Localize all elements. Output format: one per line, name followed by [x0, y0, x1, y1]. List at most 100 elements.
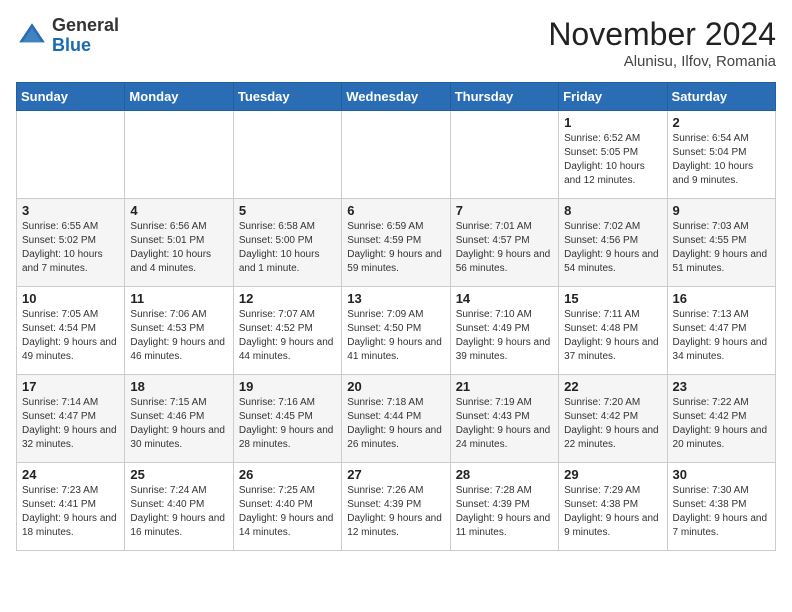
logo-text: General Blue [52, 16, 119, 56]
calendar-cell: 11 Sunrise: 7:06 AM Sunset: 4:53 PM Dayli… [125, 287, 233, 375]
day-info: Sunrise: 7:15 AM Sunset: 4:46 PM Dayligh… [130, 396, 227, 452]
location: Alunisu, Ilfov, Romania [548, 53, 776, 70]
day-number: 26 [239, 467, 336, 482]
day-number: 5 [239, 203, 336, 218]
day-number: 30 [673, 467, 770, 482]
weekday-header-monday: Monday [125, 83, 233, 111]
day-number: 22 [564, 379, 661, 394]
day-info: Sunrise: 7:20 AM Sunset: 4:42 PM Dayligh… [564, 396, 661, 452]
day-number: 27 [347, 467, 444, 482]
calendar-week-row: 3Sunrise: 6:55 AM Sunset: 5:02 PM Daylig… [17, 199, 776, 287]
calendar-cell: 17 Sunrise: 7:14 AM Sunset: 4:47 PM Dayli… [17, 375, 125, 463]
title-block: November 2024 Alunisu, Ilfov, Romania [548, 16, 776, 70]
calendar-week-row: 17 Sunrise: 7:14 AM Sunset: 4:47 PM Dayli… [17, 375, 776, 463]
calendar-cell: 24 Sunrise: 7:23 AM Sunset: 4:41 PM Dayli… [17, 463, 125, 551]
day-info: Sunrise: 6:52 AM Sunset: 5:05 PM Dayligh… [564, 132, 661, 188]
weekday-header-row: SundayMondayTuesdayWednesdayThursdayFrid… [17, 83, 776, 111]
day-info: Sunrise: 7:05 AM Sunset: 4:54 PM Dayligh… [22, 308, 119, 364]
day-info: Sunrise: 6:54 AM Sunset: 5:04 PM Dayligh… [673, 132, 770, 188]
weekday-header-thursday: Thursday [450, 83, 558, 111]
calendar-cell: 7Sunrise: 7:01 AM Sunset: 4:57 PM Daylig… [450, 199, 558, 287]
day-number: 17 [22, 379, 119, 394]
calendar-cell: 10Sunrise: 7:05 AM Sunset: 4:54 PM Dayli… [17, 287, 125, 375]
calendar-week-row: 24 Sunrise: 7:23 AM Sunset: 4:41 PM Dayli… [17, 463, 776, 551]
calendar-cell [17, 111, 125, 199]
calendar-cell [450, 111, 558, 199]
day-number: 12 [239, 291, 336, 306]
day-info: Sunrise: 7:29 AM Sunset: 4:38 PM Dayligh… [564, 484, 661, 540]
day-number: 18 [130, 379, 227, 394]
calendar-cell: 25Sunrise: 7:24 AM Sunset: 4:40 PM Dayli… [125, 463, 233, 551]
day-info: Sunrise: 7:10 AM Sunset: 4:49 PM Dayligh… [456, 308, 553, 364]
weekday-header-saturday: Saturday [667, 83, 775, 111]
calendar-cell [125, 111, 233, 199]
calendar-table: SundayMondayTuesdayWednesdayThursdayFrid… [16, 82, 776, 551]
day-number: 6 [347, 203, 444, 218]
calendar-cell: 3Sunrise: 6:55 AM Sunset: 5:02 PM Daylig… [17, 199, 125, 287]
day-info: Sunrise: 7:26 AM Sunset: 4:39 PM Dayligh… [347, 484, 444, 540]
day-info: Sunrise: 7:11 AM Sunset: 4:48 PM Dayligh… [564, 308, 661, 364]
day-number: 23 [673, 379, 770, 394]
day-info: Sunrise: 7:19 AM Sunset: 4:43 PM Dayligh… [456, 396, 553, 452]
calendar-header: SundayMondayTuesdayWednesdayThursdayFrid… [17, 83, 776, 111]
day-number: 3 [22, 203, 119, 218]
calendar-cell: 27 Sunrise: 7:26 AM Sunset: 4:39 PM Dayli… [342, 463, 450, 551]
day-info: Sunrise: 7:13 AM Sunset: 4:47 PM Dayligh… [673, 308, 770, 364]
logo: General Blue [16, 16, 119, 56]
day-number: 14 [456, 291, 553, 306]
calendar-cell: 8 Sunrise: 7:02 AM Sunset: 4:56 PM Daylig… [559, 199, 667, 287]
day-number: 8 [564, 203, 661, 218]
calendar-cell: 5 Sunrise: 6:58 AM Sunset: 5:00 PM Daylig… [233, 199, 341, 287]
calendar-cell: 23 Sunrise: 7:22 AM Sunset: 4:42 PM Dayli… [667, 375, 775, 463]
day-number: 19 [239, 379, 336, 394]
day-number: 20 [347, 379, 444, 394]
day-info: Sunrise: 7:02 AM Sunset: 4:56 PM Dayligh… [564, 220, 661, 276]
calendar-week-row: 1 Sunrise: 6:52 AM Sunset: 5:05 PM Daylig… [17, 111, 776, 199]
day-number: 24 [22, 467, 119, 482]
day-info: Sunrise: 7:30 AM Sunset: 4:38 PM Dayligh… [673, 484, 770, 540]
calendar-cell: 15Sunrise: 7:11 AM Sunset: 4:48 PM Dayli… [559, 287, 667, 375]
day-number: 1 [564, 115, 661, 130]
day-info: Sunrise: 7:14 AM Sunset: 4:47 PM Dayligh… [22, 396, 119, 452]
day-number: 21 [456, 379, 553, 394]
day-info: Sunrise: 6:58 AM Sunset: 5:00 PM Dayligh… [239, 220, 336, 276]
calendar-cell: 22 Sunrise: 7:20 AM Sunset: 4:42 PM Dayli… [559, 375, 667, 463]
calendar-cell [233, 111, 341, 199]
page-header: General Blue November 2024 Alunisu, Ilfo… [16, 16, 776, 70]
calendar-cell: 21 Sunrise: 7:19 AM Sunset: 4:43 PM Dayli… [450, 375, 558, 463]
calendar-cell: 13Sunrise: 7:09 AM Sunset: 4:50 PM Dayli… [342, 287, 450, 375]
day-info: Sunrise: 7:18 AM Sunset: 4:44 PM Dayligh… [347, 396, 444, 452]
logo-icon [16, 20, 48, 52]
weekday-header-friday: Friday [559, 83, 667, 111]
day-number: 16 [673, 291, 770, 306]
day-info: Sunrise: 7:09 AM Sunset: 4:50 PM Dayligh… [347, 308, 444, 364]
weekday-header-sunday: Sunday [17, 83, 125, 111]
calendar-cell: 12Sunrise: 7:07 AM Sunset: 4:52 PM Dayli… [233, 287, 341, 375]
calendar-body: 1 Sunrise: 6:52 AM Sunset: 5:05 PM Daylig… [17, 111, 776, 551]
weekday-header-tuesday: Tuesday [233, 83, 341, 111]
day-number: 2 [673, 115, 770, 130]
logo-blue: Blue [52, 35, 91, 55]
calendar-cell: 19 Sunrise: 7:16 AM Sunset: 4:45 PM Dayli… [233, 375, 341, 463]
day-info: Sunrise: 7:22 AM Sunset: 4:42 PM Dayligh… [673, 396, 770, 452]
calendar-week-row: 10Sunrise: 7:05 AM Sunset: 4:54 PM Dayli… [17, 287, 776, 375]
day-info: Sunrise: 7:16 AM Sunset: 4:45 PM Dayligh… [239, 396, 336, 452]
month-title: November 2024 [548, 16, 776, 53]
day-info: Sunrise: 7:03 AM Sunset: 4:55 PM Dayligh… [673, 220, 770, 276]
weekday-header-wednesday: Wednesday [342, 83, 450, 111]
day-info: Sunrise: 6:59 AM Sunset: 4:59 PM Dayligh… [347, 220, 444, 276]
calendar-cell: 30 Sunrise: 7:30 AM Sunset: 4:38 PM Dayli… [667, 463, 775, 551]
calendar-cell [342, 111, 450, 199]
day-info: Sunrise: 7:06 AM Sunset: 4:53 PM Dayligh… [130, 308, 227, 364]
calendar-cell: 14 Sunrise: 7:10 AM Sunset: 4:49 PM Dayli… [450, 287, 558, 375]
day-number: 25 [130, 467, 227, 482]
calendar-cell: 16 Sunrise: 7:13 AM Sunset: 4:47 PM Dayli… [667, 287, 775, 375]
day-info: Sunrise: 7:23 AM Sunset: 4:41 PM Dayligh… [22, 484, 119, 540]
calendar-cell: 2 Sunrise: 6:54 AM Sunset: 5:04 PM Daylig… [667, 111, 775, 199]
logo-general: General [52, 15, 119, 35]
day-number: 28 [456, 467, 553, 482]
day-number: 11 [130, 291, 227, 306]
calendar-cell: 4Sunrise: 6:56 AM Sunset: 5:01 PM Daylig… [125, 199, 233, 287]
calendar-cell: 29Sunrise: 7:29 AM Sunset: 4:38 PM Dayli… [559, 463, 667, 551]
calendar-cell: 28Sunrise: 7:28 AM Sunset: 4:39 PM Dayli… [450, 463, 558, 551]
